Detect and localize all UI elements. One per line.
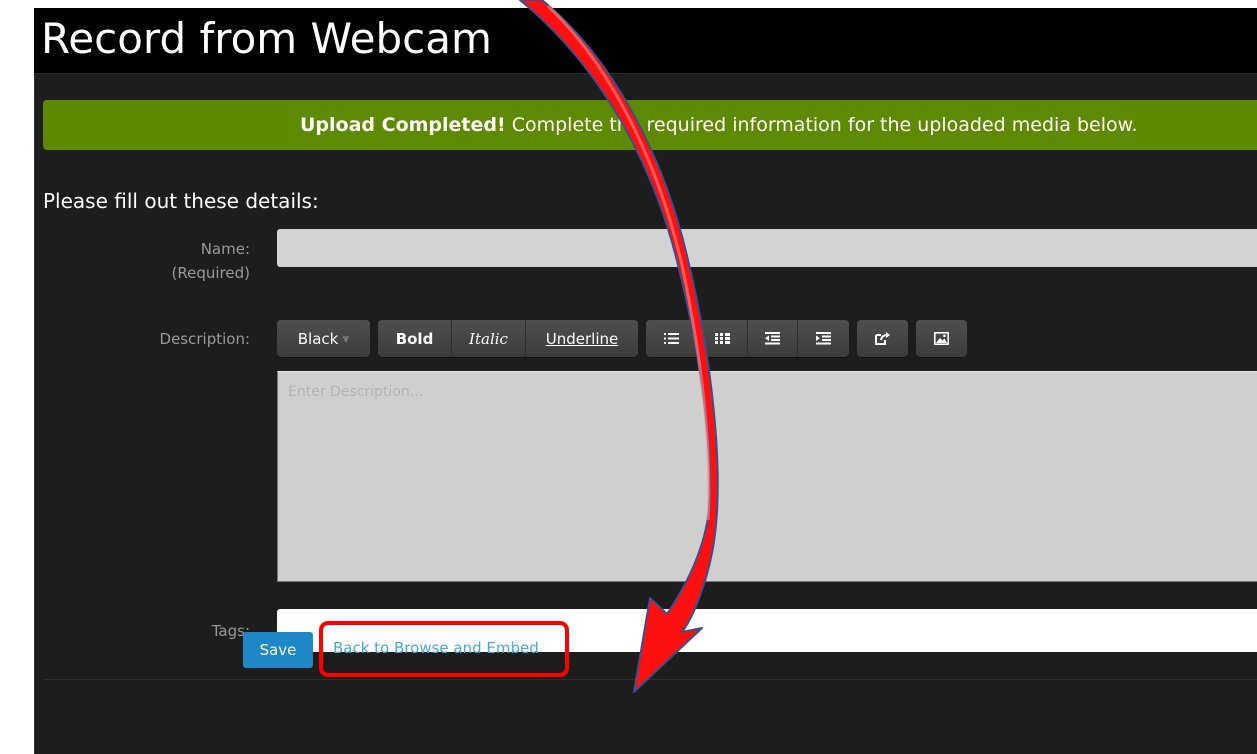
indent-button[interactable] (798, 320, 849, 357)
title-bar: Record from Webcam (34, 8, 1257, 74)
underline-button[interactable]: Underline (526, 320, 638, 357)
screenshot-frame: Record from Webcam Upload Completed! Com… (0, 0, 1257, 754)
description-label: Description: (159, 330, 250, 348)
name-input[interactable] (277, 229, 1257, 267)
outdent-icon (765, 332, 780, 345)
back-to-browse-link[interactable]: Back to Browse and Embed (333, 639, 539, 657)
list-button-group (646, 320, 849, 357)
save-button[interactable]: Save (243, 632, 313, 668)
insert-link-button[interactable] (857, 320, 908, 357)
unordered-list-button[interactable] (646, 320, 697, 357)
bold-button[interactable]: Bold (378, 320, 452, 357)
name-required-label: (Required) (171, 264, 250, 282)
link-icon (875, 332, 890, 345)
insert-image-button[interactable] (916, 320, 967, 357)
outdent-button[interactable] (748, 320, 798, 357)
color-button-group: Black ▼ (277, 320, 370, 357)
form-heading: Please fill out these details: (43, 189, 319, 213)
text-style-button-group: Bold Italic Underline (378, 320, 638, 357)
upload-success-alert: Upload Completed! Complete the required … (43, 100, 1257, 150)
form-divider (43, 679, 1257, 680)
description-textarea[interactable] (277, 371, 1257, 582)
name-label: Name: (200, 240, 250, 258)
ordered-list-button[interactable] (697, 320, 748, 357)
image-icon (934, 332, 949, 345)
tags-label: Tags: (211, 622, 250, 640)
unordered-list-icon (663, 333, 679, 344)
indent-icon (816, 332, 831, 345)
link-button-group (857, 320, 908, 357)
ordered-list-icon (714, 333, 730, 344)
font-color-label: Black (297, 329, 339, 348)
image-button-group (916, 320, 967, 357)
chevron-down-icon: ▼ (342, 334, 350, 345)
font-color-dropdown[interactable]: Black ▼ (277, 320, 370, 357)
alert-message: Complete the required information for th… (505, 114, 1138, 136)
form-panel: Upload Completed! Complete the required … (34, 74, 1257, 754)
alert-strong-text: Upload Completed! (300, 114, 506, 136)
italic-button[interactable]: Italic (452, 320, 526, 357)
page-title: Record from Webcam (41, 14, 492, 63)
